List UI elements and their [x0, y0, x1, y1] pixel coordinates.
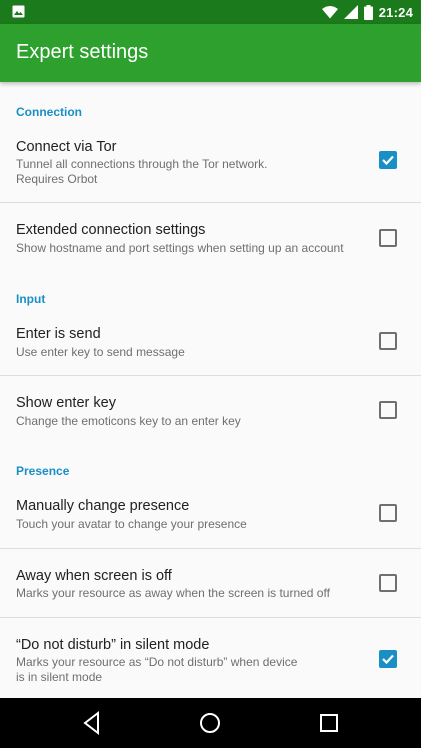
away-when-screen-off-checkbox[interactable]: [379, 574, 397, 592]
cell-signal-icon: [343, 5, 358, 19]
extended-connection-checkbox[interactable]: [379, 229, 397, 247]
pref-title: Manually change presence: [16, 498, 190, 514]
pref-title: Connect via Tor: [16, 139, 117, 155]
enter-is-send-checkbox[interactable]: [379, 332, 397, 350]
nav-bar: [0, 698, 421, 748]
pref-summary: Touch your avatar to change your presenc…: [16, 517, 247, 531]
show-enter-key-checkbox[interactable]: [379, 401, 397, 419]
pref-dnd-in-silent-mode[interactable]: “Do not disturb” in silent mode Marks yo…: [0, 618, 421, 698]
pref-summary: Marks your resource as “Do not disturb” …: [16, 655, 298, 669]
home-icon[interactable]: [197, 710, 223, 736]
page-title: Expert settings: [16, 41, 149, 63]
pref-summary: Use enter key to send message: [16, 345, 185, 359]
pref-title: Show enter key: [16, 395, 116, 411]
connect-via-tor-checkbox[interactable]: [379, 151, 397, 169]
status-time: 21:24: [378, 4, 413, 20]
section-header-input: Input: [16, 292, 46, 306]
pref-summary-line2: Requires Orbot: [16, 172, 98, 186]
battery-icon: [363, 4, 373, 20]
pref-show-enter-key[interactable]: Show enter key Change the emoticons key …: [0, 376, 421, 444]
pref-enter-is-send[interactable]: Enter is send Use enter key to send mess…: [0, 306, 421, 375]
dnd-in-silent-mode-checkbox[interactable]: [379, 650, 397, 668]
pref-title: Away when screen is off: [16, 568, 172, 584]
pref-title: Enter is send: [16, 326, 101, 342]
manually-change-presence-checkbox[interactable]: [379, 504, 397, 522]
pref-manually-change-presence[interactable]: Manually change presence Touch your avat…: [0, 479, 421, 547]
image-notification-icon: [12, 5, 25, 18]
section-header-connection: Connection: [16, 105, 82, 119]
checkmark-icon: [382, 654, 394, 665]
pref-summary-line2: is in silent mode: [16, 670, 103, 684]
pref-title: “Do not disturb” in silent mode: [16, 637, 210, 653]
recents-icon[interactable]: [316, 710, 342, 736]
pref-summary: Change the emoticons key to an enter key: [16, 414, 241, 428]
settings-list[interactable]: Connection Connect via Tor Tunnel all co…: [0, 82, 421, 698]
app-bar: Expert settings: [0, 24, 421, 82]
pref-title: Extended connection settings: [16, 222, 206, 238]
pref-connect-via-tor[interactable]: Connect via Tor Tunnel all connections t…: [0, 120, 421, 201]
section-header-presence: Presence: [16, 464, 70, 478]
pref-summary: Show hostname and port settings when set…: [16, 241, 344, 255]
status-bar: 21:24: [0, 0, 421, 24]
checkmark-icon: [382, 155, 394, 166]
pref-summary: Tunnel all connections through the Tor n…: [16, 157, 268, 171]
pref-extended-connection-settings[interactable]: Extended connection settings Show hostna…: [0, 203, 421, 270]
pref-away-when-screen-off[interactable]: Away when screen is off Marks your resou…: [0, 549, 421, 617]
back-icon[interactable]: [79, 710, 105, 736]
pref-summary: Marks your resource as away when the scr…: [16, 586, 330, 600]
wifi-icon: [321, 5, 338, 18]
